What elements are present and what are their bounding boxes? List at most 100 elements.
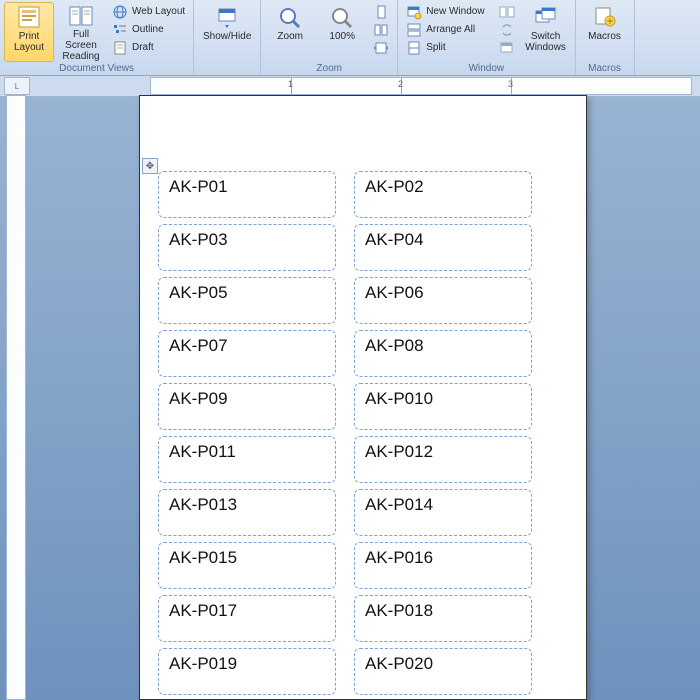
table-move-handle[interactable]: ✥ bbox=[142, 158, 158, 174]
web-layout-button[interactable]: Web Layout bbox=[108, 3, 189, 20]
page-width-button[interactable] bbox=[369, 39, 393, 56]
label-cell[interactable]: AK-P015 bbox=[158, 542, 336, 589]
switch-windows-button[interactable]: Switch Windows bbox=[521, 2, 571, 62]
view-side-by-side-button[interactable] bbox=[495, 3, 519, 20]
label-cell[interactable]: AK-P014 bbox=[354, 489, 532, 536]
label-prefix: AK-P0 bbox=[169, 336, 218, 355]
workspace: ✥ AK-P01AK-P03AK-P05AK-P07AK-P09AK-P011A… bbox=[0, 95, 700, 700]
switch-windows-label: Switch Windows bbox=[522, 31, 570, 53]
label-number: 12 bbox=[414, 442, 433, 461]
group-label-window: Window bbox=[402, 62, 570, 76]
label-cell[interactable]: AK-P04 bbox=[354, 224, 532, 271]
label-cell[interactable]: AK-P09 bbox=[158, 383, 336, 430]
label-number: 16 bbox=[414, 548, 433, 567]
label-prefix: AK-P0 bbox=[365, 548, 414, 567]
label-cell[interactable]: AK-P011 bbox=[158, 436, 336, 483]
new-window-icon bbox=[406, 4, 422, 20]
label-cell[interactable]: AK-P05 bbox=[158, 277, 336, 324]
label-prefix: AK-P0 bbox=[365, 230, 414, 249]
zoom-button[interactable]: Zoom bbox=[265, 2, 315, 62]
label-number: 15 bbox=[218, 548, 237, 567]
sync-scroll-button[interactable] bbox=[495, 21, 519, 38]
vertical-ruler[interactable] bbox=[6, 95, 26, 700]
draft-button[interactable]: Draft bbox=[108, 39, 189, 56]
label-prefix: AK-P0 bbox=[169, 230, 218, 249]
label-prefix: AK-P0 bbox=[365, 654, 414, 673]
label-cell[interactable]: AK-P019 bbox=[158, 648, 336, 695]
macros-button[interactable]: Macros bbox=[580, 2, 630, 62]
label-number: 10 bbox=[414, 389, 433, 408]
full-screen-reading-label: Full Screen Reading bbox=[57, 29, 105, 62]
macros-icon bbox=[591, 5, 619, 29]
ruler-mark: 1 bbox=[288, 79, 293, 89]
label-cell[interactable]: AK-P020 bbox=[354, 648, 532, 695]
label-number: 17 bbox=[218, 601, 237, 620]
web-layout-icon bbox=[112, 4, 128, 20]
ruler-row: L 123 bbox=[0, 76, 700, 97]
label-number: 9 bbox=[218, 389, 227, 408]
group-document-views: Print Layout Full Screen Reading Web Lay… bbox=[0, 0, 194, 75]
label-number: 13 bbox=[218, 495, 237, 514]
tab-selector[interactable]: L bbox=[4, 77, 30, 95]
label-cell[interactable]: AK-P018 bbox=[354, 595, 532, 642]
one-page-button[interactable] bbox=[369, 3, 393, 20]
label-column-1: AK-P01AK-P03AK-P05AK-P07AK-P09AK-P011AK-… bbox=[158, 171, 336, 695]
label-column-2: AK-P02AK-P04AK-P06AK-P08AK-P010AK-P012AK… bbox=[354, 171, 532, 695]
label-cell[interactable]: AK-P013 bbox=[158, 489, 336, 536]
print-layout-button[interactable]: Print Layout bbox=[4, 2, 54, 62]
ribbon: Print Layout Full Screen Reading Web Lay… bbox=[0, 0, 700, 76]
label-prefix: AK-P0 bbox=[365, 601, 414, 620]
label-cell[interactable]: AK-P06 bbox=[354, 277, 532, 324]
view-side-by-side-icon bbox=[499, 4, 515, 20]
label-prefix: AK-P0 bbox=[365, 389, 414, 408]
label-number: 2 bbox=[414, 177, 423, 196]
group-showhide: Show/Hide bbox=[194, 0, 261, 75]
label-prefix: AK-P0 bbox=[365, 336, 414, 355]
label-cell[interactable]: AK-P03 bbox=[158, 224, 336, 271]
print-layout-label: Print Layout bbox=[5, 31, 53, 53]
label-number: 8 bbox=[414, 336, 423, 355]
outline-label: Outline bbox=[132, 24, 164, 35]
label-number: 11 bbox=[218, 442, 236, 461]
zoom-100-button[interactable]: 100% bbox=[317, 2, 367, 62]
label-cell[interactable]: AK-P010 bbox=[354, 383, 532, 430]
two-pages-button[interactable] bbox=[369, 21, 393, 38]
showhide-button[interactable]: Show/Hide bbox=[202, 2, 252, 62]
label-cell[interactable]: AK-P08 bbox=[354, 330, 532, 377]
two-pages-icon bbox=[373, 22, 389, 38]
zoom-100-label: 100% bbox=[329, 31, 355, 42]
showhide-label: Show/Hide bbox=[203, 31, 251, 42]
label-prefix: AK-P0 bbox=[169, 548, 218, 567]
label-cell[interactable]: AK-P012 bbox=[354, 436, 532, 483]
full-screen-reading-button[interactable]: Full Screen Reading bbox=[56, 2, 106, 62]
print-layout-icon bbox=[15, 5, 43, 29]
label-cell[interactable]: AK-P02 bbox=[354, 171, 532, 218]
label-cell[interactable]: AK-P016 bbox=[354, 542, 532, 589]
zoom-icon bbox=[276, 5, 304, 29]
label-prefix: AK-P0 bbox=[365, 177, 414, 196]
label-cell[interactable]: AK-P07 bbox=[158, 330, 336, 377]
new-window-label: New Window bbox=[426, 6, 484, 17]
label-prefix: AK-P0 bbox=[365, 442, 414, 461]
reset-window-button[interactable] bbox=[495, 39, 519, 56]
arrange-all-button[interactable]: Arrange All bbox=[402, 21, 488, 38]
reset-window-icon bbox=[499, 40, 515, 56]
group-window: New Window Arrange All Split Switch Wind… bbox=[398, 0, 575, 75]
macros-label: Macros bbox=[588, 31, 621, 42]
group-label-views: Document Views bbox=[4, 62, 189, 76]
zoom-label: Zoom bbox=[277, 31, 303, 42]
horizontal-ruler[interactable]: 123 bbox=[150, 77, 692, 95]
label-number: 6 bbox=[414, 283, 423, 302]
label-number: 18 bbox=[414, 601, 433, 620]
label-cell[interactable]: AK-P017 bbox=[158, 595, 336, 642]
split-button[interactable]: Split bbox=[402, 39, 488, 56]
document-page[interactable]: ✥ AK-P01AK-P03AK-P05AK-P07AK-P09AK-P011A… bbox=[139, 95, 587, 700]
label-number: 1 bbox=[218, 177, 227, 196]
label-cell[interactable]: AK-P01 bbox=[158, 171, 336, 218]
arrange-all-label: Arrange All bbox=[426, 24, 475, 35]
one-page-icon bbox=[373, 4, 389, 20]
new-window-button[interactable]: New Window bbox=[402, 3, 488, 20]
outline-button[interactable]: Outline bbox=[108, 21, 189, 38]
label-prefix: AK-P0 bbox=[169, 283, 218, 302]
group-label-showhide bbox=[198, 62, 256, 76]
